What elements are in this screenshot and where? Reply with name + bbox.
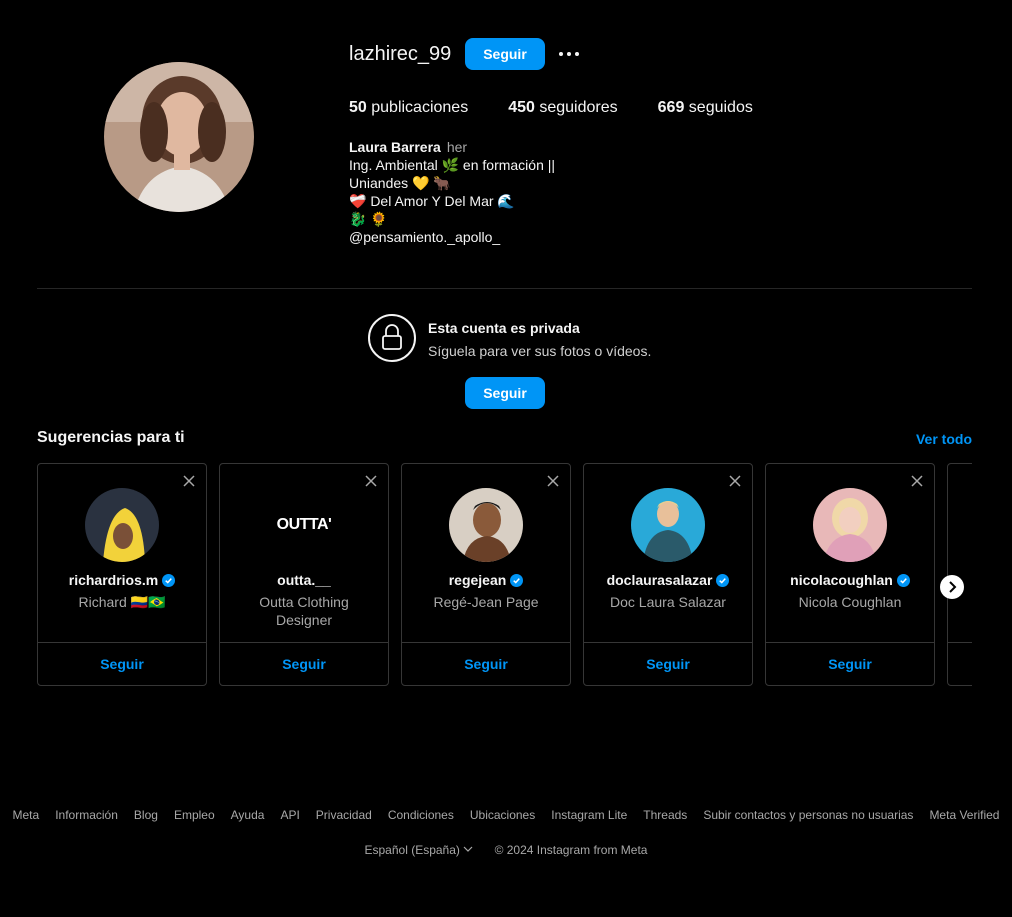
handle-text: regejean (448, 572, 507, 588)
suggestion-avatar[interactable] (85, 488, 159, 562)
followers-label: seguidores (539, 99, 618, 116)
private-account-title: Esta cuenta es privada (428, 320, 580, 336)
bio-name-row: Laura Barrera her (349, 138, 555, 156)
suggestion-card: doclaurasalazar Doc Laura Salazar Seguir (583, 463, 753, 686)
verified-badge-icon (716, 574, 730, 587)
footer-link[interactable]: Threads (643, 808, 687, 822)
more-options-icon[interactable] (558, 46, 580, 62)
footer-link[interactable]: Empleo (174, 808, 215, 822)
dismiss-icon[interactable] (546, 474, 560, 488)
following-count: 669 (657, 99, 685, 116)
follow-private-button[interactable]: Seguir (465, 377, 545, 409)
footer-link[interactable]: Condiciones (388, 808, 454, 822)
handle-text: nicolacoughlan (790, 572, 893, 588)
see-all-link[interactable]: Ver todo (916, 431, 972, 447)
handle-text: richardrios.m (68, 572, 159, 588)
dismiss-icon[interactable] (910, 474, 924, 488)
profile-username: lazhirec_99 (349, 43, 452, 65)
section-divider (37, 288, 972, 289)
posts-count: 50 (349, 99, 367, 116)
bio-mention-link[interactable]: @pensamiento._apollo_ (349, 228, 555, 246)
suggestion-fullname: Nicola Coughlan (798, 594, 902, 610)
following-label: seguidos (688, 99, 753, 116)
bio-line: Uniandes 💛 🐂 (349, 175, 451, 191)
posts-label: publicaciones (371, 99, 469, 116)
suggestions-carousel: richardrios.m Richard 🇨🇴🇧🇷 Seguir OUTTA'… (37, 463, 972, 687)
suggestion-card: OUTTA' outta.__ Outta Clothing Designer … (219, 463, 389, 686)
suggestion-follow-button[interactable]: Seguir (38, 642, 206, 686)
dismiss-icon[interactable] (364, 474, 378, 488)
bio-fullname: Laura Barrera (349, 139, 441, 155)
carousel-next-icon[interactable] (940, 575, 964, 599)
suggestion-card: regejean Regé-Jean Page Seguir (401, 463, 571, 686)
followers-stat[interactable]: 450 seguidores (508, 99, 617, 117)
footer-link[interactable]: Meta Verified (929, 808, 999, 822)
dismiss-icon[interactable] (182, 474, 196, 488)
suggestion-fullname: Outta Clothing Designer (259, 594, 349, 628)
bio-line: ❤️‍🩹 Del Amor Y Del Mar 🌊 (349, 193, 515, 209)
footer-link[interactable]: Subir contactos y personas no usuarias (703, 808, 913, 822)
footer-link[interactable]: Meta (13, 808, 40, 822)
profile-avatar[interactable] (104, 62, 254, 212)
suggestion-card: richardrios.m Richard 🇨🇴🇧🇷 Seguir (37, 463, 207, 686)
footer-link[interactable]: Ayuda (231, 808, 265, 822)
bio-pronoun: her (446, 139, 468, 155)
footer-link[interactable]: Privacidad (316, 808, 372, 822)
followers-count: 450 (508, 99, 535, 116)
profile-bio: Laura Barrera her Ing. Ambiental 🌿 en for… (349, 138, 555, 246)
suggestion-handle[interactable]: richardrios.m (38, 572, 206, 588)
copyright-text: © 2024 Instagram from Meta (494, 843, 648, 857)
verified-badge-icon (896, 574, 910, 587)
suggestion-handle[interactable]: outta.__ (220, 572, 388, 588)
bio-line: Ing. Ambiental 🌿 en formación || (349, 157, 556, 173)
private-account-subtitle: Síguela para ver sus fotos o vídeos. (428, 343, 652, 359)
footer-link[interactable]: Información (55, 808, 118, 822)
suggestion-fullname: Doc Laura Salazar (610, 594, 726, 610)
suggestion-follow-button[interactable]: Seguir (402, 642, 570, 686)
verified-badge-icon (510, 574, 524, 587)
verified-badge-icon (162, 574, 176, 587)
suggestion-handle[interactable]: regejean (402, 572, 570, 588)
follow-button[interactable]: Seguir (465, 38, 545, 70)
outta-logo: OUTTA' (276, 516, 332, 533)
suggestion-avatar[interactable] (813, 488, 887, 562)
posts-stat: 50 publicaciones (349, 99, 468, 117)
suggestions-title: Sugerencias para ti (37, 429, 185, 446)
footer-links: Meta Información Blog Empleo Ayuda API P… (0, 808, 1012, 822)
lock-icon (368, 314, 416, 362)
suggestion-avatar[interactable]: OUTTA' (267, 488, 341, 562)
suggestion-fullname: Richard 🇨🇴🇧🇷 (78, 594, 166, 610)
footer-bottom: Español (España) © 2024 Instagram from M… (0, 843, 1012, 857)
chevron-down-icon (463, 846, 473, 852)
card-divider (948, 642, 972, 643)
suggestion-handle[interactable]: nicolacoughlan (766, 572, 934, 588)
suggestion-fullname: Regé-Jean Page (433, 594, 539, 610)
language-label: Español (España) (364, 843, 460, 857)
language-selector[interactable]: Español (España) (365, 843, 474, 857)
suggestion-avatar[interactable] (631, 488, 705, 562)
bio-line: 🐉 🌻 (349, 211, 388, 227)
footer-link[interactable]: Ubicaciones (470, 808, 535, 822)
footer-link[interactable]: API (280, 808, 299, 822)
suggestion-avatar[interactable] (449, 488, 523, 562)
suggestion-card: nicolacoughlan Nicola Coughlan Seguir (765, 463, 935, 686)
profile-stats: 50 publicaciones 450 seguidores 669 segu… (349, 99, 793, 117)
suggestion-follow-button[interactable]: Seguir (220, 642, 388, 686)
handle-text: doclaurasalazar (606, 572, 713, 588)
suggestion-handle[interactable]: doclaurasalazar (584, 572, 752, 588)
handle-text: outta.__ (277, 572, 331, 588)
footer-link[interactable]: Blog (134, 808, 158, 822)
dismiss-icon[interactable] (728, 474, 742, 488)
following-stat[interactable]: 669 seguidos (658, 99, 753, 117)
suggestion-follow-button[interactable]: Seguir (584, 642, 752, 686)
suggestion-follow-button[interactable]: Seguir (766, 642, 934, 686)
footer-link[interactable]: Instagram Lite (551, 808, 627, 822)
